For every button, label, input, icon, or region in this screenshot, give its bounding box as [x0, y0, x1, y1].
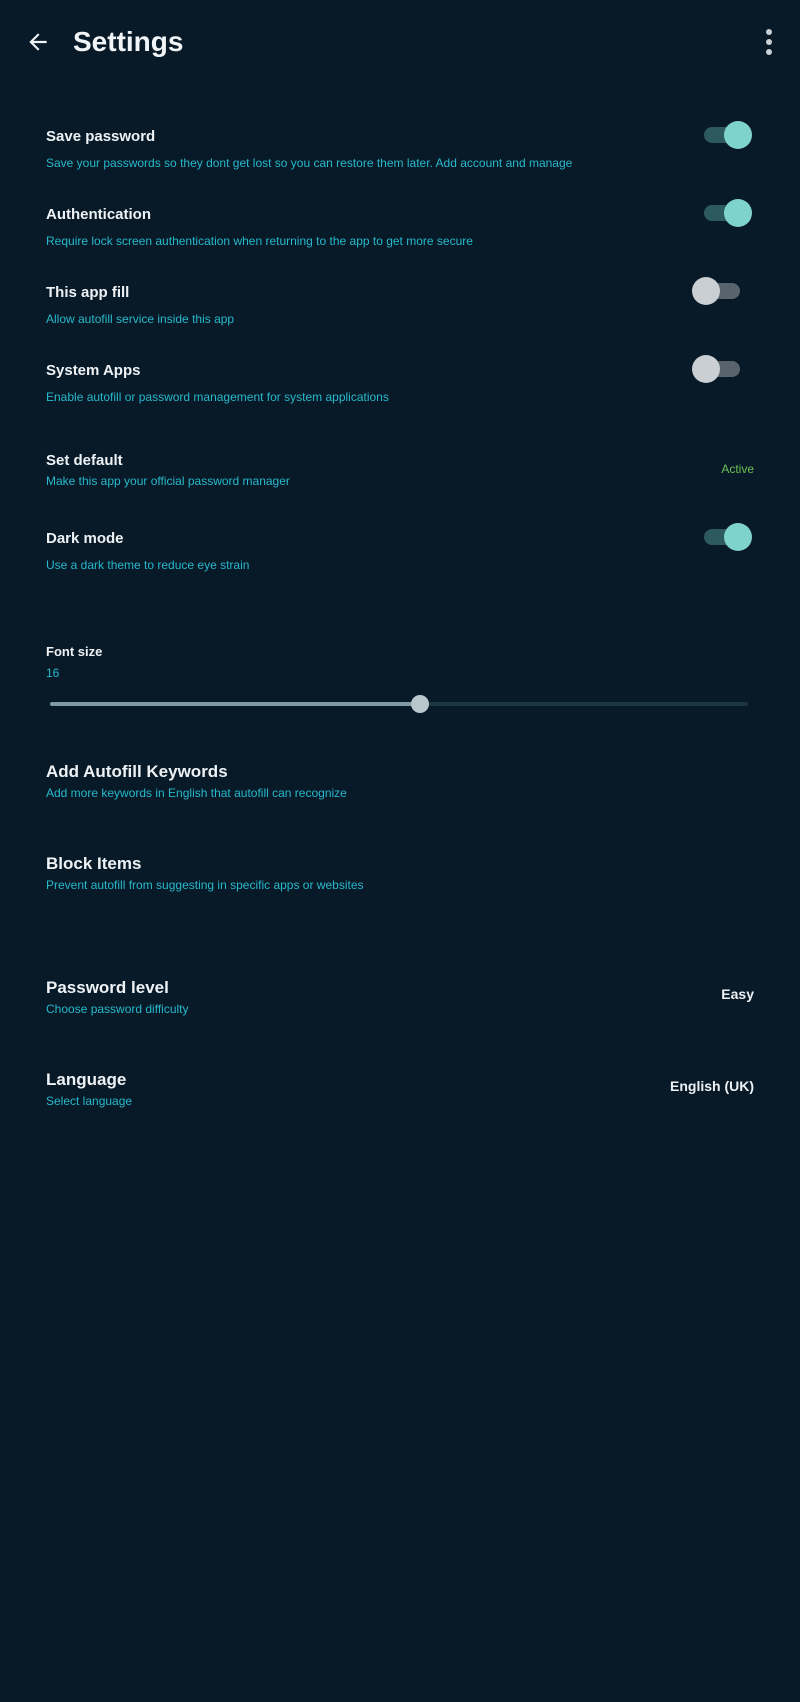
this-app-fill-switch[interactable] [692, 276, 744, 306]
setting-title: Password level [46, 978, 169, 997]
setting-subtitle: Add more keywords in English that autofi… [46, 786, 347, 800]
setting-language[interactable]: Language Select language English (UK) [0, 1066, 800, 1116]
slider-thumb[interactable] [410, 695, 429, 713]
setting-font-size: Font size 16 [0, 640, 800, 730]
slider-fill [50, 702, 420, 706]
more-vert-icon [766, 29, 772, 55]
setting-title: Authentication [46, 206, 151, 223]
save-password-switch[interactable] [700, 120, 752, 150]
app-bar: Settings [0, 0, 800, 90]
setting-dark-mode[interactable]: Dark mode Use a dark theme to reduce eye… [0, 522, 800, 582]
dark-mode-switch[interactable] [700, 522, 752, 552]
setting-subtitle: Make this app your official password man… [46, 474, 290, 488]
setting-block-items[interactable]: Block Items Prevent autofill from sugges… [0, 850, 800, 900]
setting-subtitle: Choose password difficulty [46, 1002, 189, 1016]
setting-save-password[interactable]: Save password Save your passwords so the… [0, 120, 800, 180]
password-level-value: Easy [721, 986, 754, 1002]
setting-title: System Apps [46, 362, 141, 379]
setting-title: This app fill [46, 284, 130, 301]
setting-title: Font size [46, 644, 103, 659]
setting-subtitle: Save your passwords so they dont get los… [46, 156, 573, 170]
setting-authentication[interactable]: Authentication Require lock screen authe… [0, 198, 800, 258]
arrow-back-icon [29, 33, 47, 51]
back-button[interactable] [20, 24, 56, 60]
font-size-value: 16 [46, 666, 60, 680]
setting-this-app-fill[interactable]: This app fill Allow autofill service ins… [0, 276, 800, 336]
setting-title: Dark mode [46, 530, 124, 547]
authentication-switch[interactable] [700, 198, 752, 228]
setting-set-default[interactable]: Set default Make this app your official … [0, 446, 800, 496]
default-status: Active [721, 462, 754, 476]
setting-title: Language [46, 1070, 127, 1089]
font-size-slider[interactable] [50, 692, 748, 716]
overflow-menu-button[interactable] [754, 24, 784, 60]
setting-title: Add Autofill Keywords [46, 762, 228, 781]
setting-subtitle: Prevent autofill from suggesting in spec… [46, 878, 364, 892]
setting-password-level[interactable]: Password level Choose password difficult… [0, 974, 800, 1024]
setting-autofill-keywords[interactable]: Add Autofill Keywords Add more keywords … [0, 758, 800, 808]
setting-title: Save password [46, 128, 156, 145]
setting-subtitle: Allow autofill service inside this app [46, 312, 235, 326]
setting-subtitle: Enable autofill or password management f… [46, 390, 389, 404]
setting-subtitle: Select language [46, 1094, 133, 1108]
setting-subtitle: Require lock screen authentication when … [46, 234, 473, 248]
setting-title: Block Items [46, 854, 142, 873]
setting-subtitle: Use a dark theme to reduce eye strain [46, 558, 250, 572]
setting-title: Set default [46, 452, 123, 469]
setting-system-apps[interactable]: System Apps Enable autofill or password … [0, 354, 800, 414]
system-apps-switch[interactable] [692, 354, 744, 384]
page-title: Settings [73, 26, 184, 57]
language-value: English (UK) [670, 1078, 754, 1094]
